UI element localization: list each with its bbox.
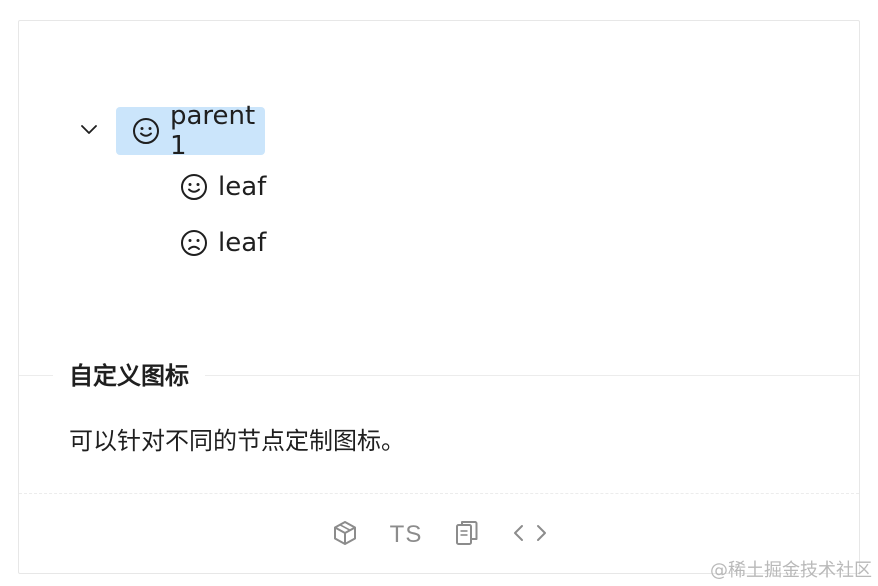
- demo-card: parent 1 leaf leaf 自定义图标 可以针对不同的节点定制图标。 …: [18, 20, 860, 574]
- tree-node-parent[interactable]: parent 1: [116, 101, 266, 161]
- typescript-toggle-button[interactable]: TS: [390, 519, 423, 551]
- code-icon: [512, 522, 548, 548]
- smile-icon: [132, 117, 160, 145]
- watermark: @稀土掘金技术社区: [710, 560, 872, 581]
- tree-node-leaf[interactable]: leaf: [164, 219, 276, 267]
- show-code-button[interactable]: [512, 519, 548, 551]
- demo-description: 可以针对不同的节点定制图标。: [69, 427, 405, 455]
- tree-node-title: leaf: [218, 228, 267, 258]
- tree-node-title: parent 1: [170, 101, 256, 161]
- cube-icon: [332, 520, 358, 550]
- codesandbox-button[interactable]: [330, 519, 360, 551]
- code-actions: TS: [19, 515, 859, 555]
- chevron-down-icon[interactable]: [77, 117, 101, 141]
- tree-node-title: leaf: [218, 172, 267, 202]
- tree-node-leaf[interactable]: leaf: [164, 163, 276, 211]
- smile-icon: [180, 173, 208, 201]
- copy-button[interactable]: [452, 519, 482, 551]
- demo-title: 自定义图标: [53, 359, 205, 393]
- frown-icon: [180, 229, 208, 257]
- actions-divider: [19, 493, 859, 494]
- copy-icon: [454, 519, 480, 551]
